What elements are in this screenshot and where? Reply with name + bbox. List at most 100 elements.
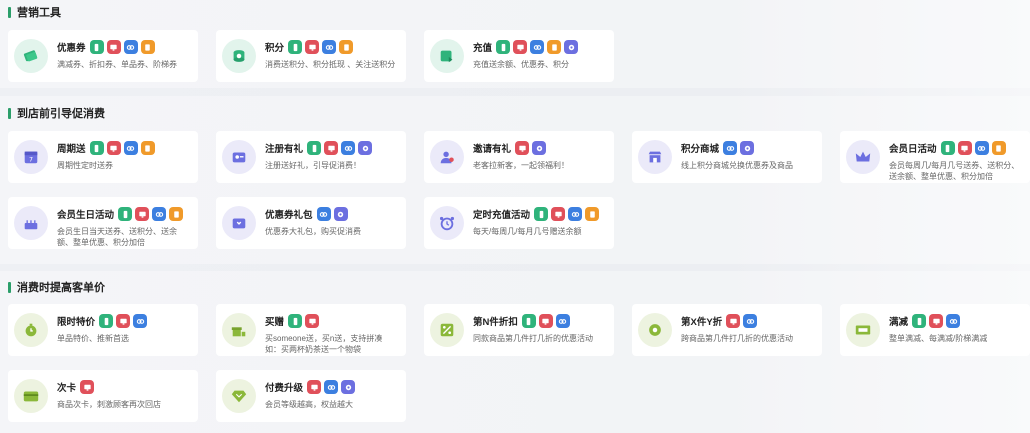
tool-card[interactable]: 满减 整单满减、每满减/阶梯满减 [840, 304, 1030, 356]
pos-badge-icon [140, 141, 155, 155]
pc-badge-icon [80, 380, 95, 394]
tool-card[interactable]: 积分商城线上积分商城兑换优惠券及商品 [632, 131, 822, 183]
pc-badge-icon [513, 40, 528, 54]
platform-badges [515, 141, 547, 155]
miniprogram-badge-icon [974, 141, 989, 155]
wechat-badge-icon [532, 141, 547, 155]
points-icon [222, 39, 256, 73]
card-title: 优惠券 [57, 43, 86, 54]
card-text: 满减 整单满减、每满减/阶梯满减 [889, 310, 1024, 344]
app-badge-icon [307, 141, 322, 155]
card-header: 会员生日活动 [57, 206, 192, 222]
card-header: 优惠券 [57, 39, 192, 55]
card-text: 第N件折扣 同款商品第几件打几折的优惠活动 [473, 310, 608, 344]
crown-icon [846, 140, 880, 174]
tool-card[interactable]: 限时特价 单品特价、推新首选 [8, 304, 198, 356]
card-title: 注册有礼 [265, 144, 304, 155]
app-badge-icon [534, 207, 549, 221]
miniprogram-badge-icon [123, 141, 138, 155]
card-header: 优惠券礼包 [265, 206, 400, 222]
card-header: 邀请有礼 [473, 140, 608, 156]
card-title: 定时充值活动 [473, 210, 531, 221]
card-text: 优惠券礼包 优惠券大礼包，购买促消费 [265, 203, 400, 237]
tool-card[interactable]: 付费升级 会员等级越高，权益越大 [216, 370, 406, 422]
tool-card[interactable]: 充值充值送余额、优惠券、积分 [424, 30, 614, 82]
miniprogram-badge-icon [316, 207, 331, 221]
tool-card[interactable]: 第N件折扣 同款商品第几件打几折的优惠活动 [424, 304, 614, 356]
tool-card[interactable]: 会员日活动 会员每周几/每月几号送券、送积分、送余额、整单优惠、积分加倍 [840, 131, 1030, 183]
pos-badge-icon [339, 40, 354, 54]
card-description: 充值送余额、优惠券、积分 [473, 60, 569, 69]
card-text: 注册有礼 注册送好礼，引导促消费！ [265, 137, 400, 171]
platform-badges [726, 314, 758, 328]
store-icon [638, 140, 672, 174]
pc-badge-icon [957, 141, 972, 155]
full-reduction-icon [846, 313, 880, 347]
card-header: 注册有礼 [265, 140, 400, 156]
pos-badge-icon [585, 207, 600, 221]
app-badge-icon [99, 314, 114, 328]
wechat-badge-icon [333, 207, 348, 221]
card-description: 满减券、折扣券、单品券、阶梯券 [57, 60, 177, 69]
pc-badge-icon [135, 207, 150, 221]
card-text: 积分商城线上积分商城兑换优惠券及商品 [681, 137, 816, 171]
platform-badges [89, 40, 155, 54]
app-badge-icon [89, 40, 104, 54]
tool-card[interactable]: 定时充值活动 每天/每周几/每月几号赠送余额 [424, 197, 614, 249]
pc-badge-icon [307, 380, 322, 394]
app-badge-icon [288, 40, 303, 54]
platform-badges [307, 380, 356, 394]
platform-badges [521, 314, 570, 328]
miniprogram-badge-icon [743, 314, 758, 328]
tool-card[interactable]: 买赠 买someone送，买n送，支持拼凑 如：买两杯奶茶送一个物袋 [216, 304, 406, 356]
tool-card[interactable]: 邀请有礼 老客拉新客，一起领福利！ [424, 131, 614, 183]
card-text: 次卡 商品次卡，刺激顾客再次回店 [57, 376, 192, 410]
miniprogram-badge-icon [133, 314, 148, 328]
card-title: 满减 [889, 317, 909, 328]
card-description: 线上积分商城兑换优惠券及商品 [681, 161, 793, 170]
platform-badges [316, 207, 348, 221]
pc-badge-icon [929, 314, 944, 328]
card-text: 第X件Y折 跨商品第几件打几折的优惠活动 [681, 310, 816, 344]
card-text: 买赠 买someone送，买n送，支持拼凑 如：买两杯奶茶送一个物袋 [265, 310, 400, 355]
miniprogram-badge-icon [555, 314, 570, 328]
svg-text:7: 7 [29, 157, 33, 164]
card-title: 周期送 [57, 144, 86, 155]
section-title: 到店前引导促消费 [8, 106, 105, 120]
tool-card[interactable]: 积分消费送积分、积分抵现 、关注送积分 [216, 30, 406, 82]
card-header: 第X件Y折 [681, 313, 816, 329]
card-header: 付费升级 [265, 379, 400, 395]
card-title: 积分 [265, 43, 285, 54]
recharge-icon [430, 39, 464, 73]
pos-badge-icon [169, 207, 184, 221]
app-badge-icon [496, 40, 511, 54]
card-description: 周期性定时送券 [57, 161, 113, 170]
tool-card[interactable]: 注册有礼 注册送好礼，引导促消费！ [216, 131, 406, 183]
tool-card[interactable]: 次卡 商品次卡，刺激顾客再次回店 [8, 370, 198, 422]
miniprogram-badge-icon [152, 207, 167, 221]
tool-card[interactable]: 优惠券满减券、折扣券、单品券、阶梯券 [8, 30, 198, 82]
pc-badge-icon [305, 314, 320, 328]
tool-card[interactable]: 会员生日活动 会员生日当天送券、送积分、送余额、整单优惠、积分加倍 [8, 197, 198, 249]
card-description: 消费送积分、积分抵现 、关注送积分 [265, 60, 396, 69]
buy-gift-icon [222, 313, 256, 347]
tool-card[interactable]: 优惠券礼包 优惠券大礼包，购买促消费 [216, 197, 406, 249]
cake-icon [14, 206, 48, 240]
pc-badge-icon [551, 207, 566, 221]
pos-badge-icon [991, 141, 1006, 155]
card-text: 定时充值活动 每天/每周几/每月几号赠送余额 [473, 203, 608, 237]
card-header: 积分商城 [681, 140, 816, 156]
card-description: 会员每周几/每月几号送券、送积分、送余额、整单优惠、积分加倍 [889, 161, 1020, 181]
card-title: 充值 [473, 43, 493, 54]
tool-card[interactable]: 第X件Y折 跨商品第几件打几折的优惠活动 [632, 304, 822, 356]
card-title: 次卡 [57, 383, 77, 394]
card-header: 充值 [473, 39, 608, 55]
pc-badge-icon [324, 141, 339, 155]
gear-discount-icon [638, 313, 672, 347]
platform-badges [496, 40, 579, 54]
miniprogram-badge-icon [946, 314, 961, 328]
calendar-icon: 7 [14, 140, 48, 174]
card-title: 第X件Y折 [681, 317, 723, 328]
tool-card[interactable]: 7 周期送周期性定时送券 [8, 131, 198, 183]
pc-badge-icon [106, 40, 121, 54]
